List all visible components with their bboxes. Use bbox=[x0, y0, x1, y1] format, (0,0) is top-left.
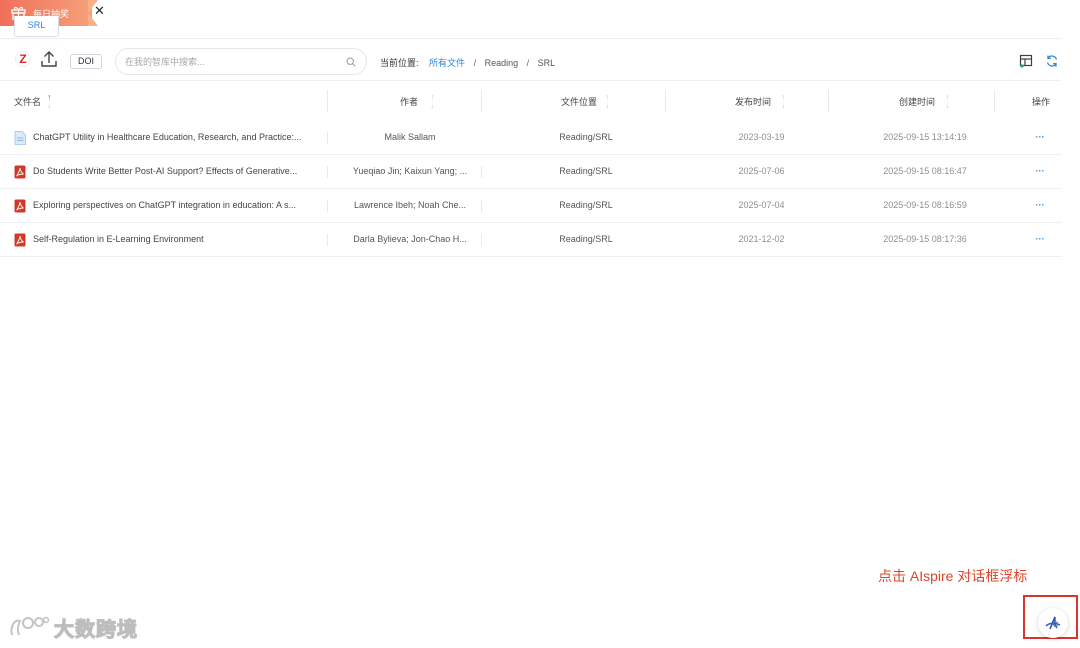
aispire-logo-icon bbox=[1045, 616, 1061, 630]
table-header: 文件名 ↑ ↓ 作者 ↑ ↓ 文件位置 ↑ ↓ 发布时间 ↑ ↓ 创建时间 ↑ ↓ 操作 bbox=[0, 82, 1062, 120]
breadcrumb-separator: / bbox=[526, 58, 530, 68]
upload-icon[interactable] bbox=[40, 50, 58, 68]
breadcrumb-root-link[interactable]: 所有文件 bbox=[429, 58, 465, 68]
cell-divider bbox=[481, 166, 482, 178]
sort-icon[interactable]: ↑ ↓ bbox=[945, 93, 950, 110]
cell-divider bbox=[327, 132, 328, 144]
pdf-icon bbox=[14, 165, 26, 179]
toolbar: Z DOI 当前位置: 所有文件 / Reading / SRL bbox=[0, 47, 1080, 77]
search-input[interactable] bbox=[125, 55, 340, 69]
annotation-text: 点击 AIspire 对话框浮标 bbox=[878, 568, 1028, 584]
breadcrumb-prefix: 当前位置: bbox=[380, 58, 419, 68]
cell-divider bbox=[327, 200, 328, 212]
zotero-icon[interactable]: Z bbox=[15, 51, 31, 67]
file-name[interactable]: Exploring perspectives on ChatGPT integr… bbox=[33, 189, 318, 222]
watermark-logo-icon bbox=[10, 616, 50, 636]
header-author[interactable]: 作者 ↑ ↓ bbox=[400, 82, 435, 120]
doc-icon bbox=[14, 131, 26, 145]
search-icon[interactable] bbox=[346, 57, 356, 67]
column-divider[interactable] bbox=[327, 90, 328, 112]
column-settings-icon[interactable] bbox=[1019, 54, 1033, 68]
created-time: 2025-09-15 08:16:47 bbox=[883, 166, 967, 176]
more-options-icon[interactable]: ··· bbox=[1025, 121, 1055, 154]
column-divider[interactable] bbox=[994, 90, 995, 112]
more-options-icon[interactable]: ··· bbox=[1025, 223, 1055, 256]
divider bbox=[0, 38, 1061, 39]
breadcrumb-item-reading[interactable]: Reading bbox=[485, 58, 519, 68]
file-location: Reading/SRL bbox=[559, 132, 613, 142]
published-date: 2021-12-02 bbox=[738, 234, 785, 244]
file-author: Lawrence Ibeh; Noah Che... bbox=[353, 200, 467, 210]
breadcrumb: 当前位置: 所有文件 / Reading / SRL bbox=[380, 56, 555, 69]
created-time: 2025-09-15 13:14:19 bbox=[883, 132, 967, 142]
file-name[interactable]: ChatGPT Utility in Healthcare Education,… bbox=[33, 121, 318, 154]
divider bbox=[0, 80, 1061, 81]
header-created-time[interactable]: 创建时间 ↑ ↓ bbox=[899, 82, 950, 120]
file-name[interactable]: Do Students Write Better Post-AI Support… bbox=[33, 155, 318, 188]
table-row[interactable]: Self-Regulation in E-Learning Environmen… bbox=[0, 223, 1062, 257]
aispire-float-button[interactable] bbox=[1038, 608, 1068, 638]
published-date: 2025-07-04 bbox=[738, 200, 785, 210]
created-time: 2025-09-15 08:17:36 bbox=[883, 234, 967, 244]
file-author: Yueqiao Jin; Kaixun Yang; ... bbox=[352, 166, 468, 176]
cell-divider bbox=[481, 200, 482, 212]
file-author: Malik Sallam bbox=[384, 132, 436, 142]
file-author: Darla Bylieva; Jon-Chao H... bbox=[353, 234, 467, 244]
column-divider[interactable] bbox=[481, 90, 482, 112]
header-operations: 操作 bbox=[1032, 96, 1051, 107]
file-location: Reading/SRL bbox=[559, 166, 613, 176]
header-file-name[interactable]: 文件名 ↑ ↓ bbox=[14, 82, 52, 120]
table-row[interactable]: Do Students Write Better Post-AI Support… bbox=[0, 155, 1062, 189]
table-row[interactable]: ChatGPT Utility in Healthcare Education,… bbox=[0, 121, 1062, 155]
more-options-icon[interactable]: ··· bbox=[1025, 155, 1055, 188]
breadcrumb-item-srl[interactable]: SRL bbox=[538, 58, 556, 68]
pdf-icon bbox=[14, 199, 26, 213]
watermark: 大数跨境 bbox=[8, 612, 138, 642]
sort-icon[interactable]: ↑ ↓ bbox=[430, 93, 435, 110]
header-published-time[interactable]: 发布时间 ↑ ↓ bbox=[735, 82, 786, 120]
published-date: 2025-07-06 bbox=[738, 166, 785, 176]
refresh-icon[interactable] bbox=[1045, 54, 1059, 68]
breadcrumb-separator: / bbox=[473, 58, 477, 68]
cell-divider bbox=[327, 166, 328, 178]
sort-icon[interactable]: ↑ ↓ bbox=[605, 93, 610, 110]
folder-tab-srl[interactable]: SRL bbox=[14, 16, 59, 37]
sort-icon[interactable]: ↑ ↓ bbox=[781, 93, 786, 110]
pdf-icon bbox=[14, 233, 26, 247]
column-divider[interactable] bbox=[828, 90, 829, 112]
file-location: Reading/SRL bbox=[559, 234, 613, 244]
file-name[interactable]: Self-Regulation in E-Learning Environmen… bbox=[33, 223, 318, 256]
table-row[interactable]: Exploring perspectives on ChatGPT integr… bbox=[0, 189, 1062, 223]
more-options-icon[interactable]: ··· bbox=[1025, 189, 1055, 222]
published-date: 2023-03-19 bbox=[738, 132, 785, 142]
header-file-location[interactable]: 文件位置 ↑ ↓ bbox=[561, 82, 610, 120]
cell-divider bbox=[327, 234, 328, 246]
doi-button[interactable]: DOI bbox=[70, 54, 102, 69]
close-icon[interactable]: ✕ bbox=[94, 4, 105, 18]
column-divider[interactable] bbox=[665, 90, 666, 112]
file-location: Reading/SRL bbox=[559, 200, 613, 210]
search-box bbox=[115, 48, 367, 75]
watermark-text: 大数跨境 bbox=[54, 618, 138, 641]
sort-icon[interactable]: ↑ ↓ bbox=[47, 93, 52, 110]
created-time: 2025-09-15 08:16:59 bbox=[883, 200, 967, 210]
cell-divider bbox=[481, 234, 482, 246]
